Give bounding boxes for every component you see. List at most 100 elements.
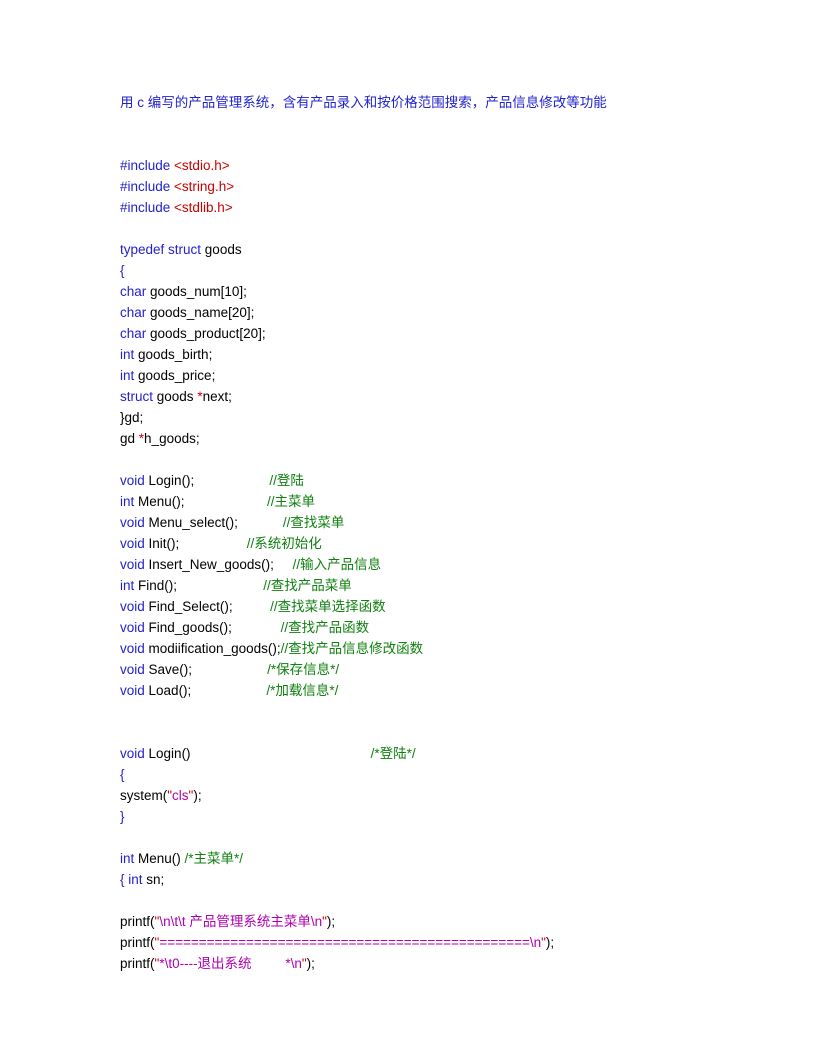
code-token-id: Menu(); bbox=[138, 494, 268, 509]
code-token-id: Save(); bbox=[148, 662, 268, 677]
code-token-kw: { bbox=[120, 767, 125, 782]
code-token-id: printf( bbox=[120, 935, 155, 950]
code-token-kw: int bbox=[128, 872, 147, 887]
code-token-id: gd bbox=[120, 431, 139, 446]
code-token-kw: int bbox=[120, 494, 139, 509]
code-token-id: goods bbox=[204, 242, 242, 257]
code-token-id: printf( bbox=[120, 914, 155, 929]
code-line: struct goods *next; bbox=[120, 386, 720, 407]
code-token-cmt: /*登陆*/ bbox=[370, 746, 416, 761]
code-token-id: goods_price; bbox=[138, 368, 216, 383]
code-line: char goods_num[10]; bbox=[120, 281, 720, 302]
code-token-kw: void bbox=[120, 473, 149, 488]
code-line: { bbox=[120, 764, 720, 785]
code-token-cmt: //查找产品信息修改函数 bbox=[280, 641, 424, 656]
code-token-id: Menu() bbox=[138, 851, 185, 866]
code-token-id: Insert_New_goods(); bbox=[148, 557, 293, 572]
code-token-kw: void bbox=[120, 620, 149, 635]
code-line: int Find(); //查找产品菜单 bbox=[120, 575, 720, 596]
code-token-id: next; bbox=[202, 389, 232, 404]
code-token-id: printf( bbox=[120, 956, 155, 971]
code-line: void Save(); /*保存信息*/ bbox=[120, 659, 720, 680]
code-token-id: sn; bbox=[146, 872, 165, 887]
code-line: char goods_name[20]; bbox=[120, 302, 720, 323]
code-token-kw: void bbox=[120, 746, 149, 761]
code-token-id: goods bbox=[156, 389, 198, 404]
code-token-cmt: /*主菜单*/ bbox=[184, 851, 244, 866]
code-line: void modiification_goods();//查找产品信息修改函数 bbox=[120, 638, 720, 659]
code-token-hdr: <stdio.h> bbox=[174, 158, 230, 173]
code-token-kw: char bbox=[120, 305, 151, 320]
code-token-kw: char bbox=[120, 326, 151, 341]
code-line: char goods_product[20]; bbox=[120, 323, 720, 344]
code-line: { bbox=[120, 260, 720, 281]
code-line: int goods_birth; bbox=[120, 344, 720, 365]
code-token-kw: void bbox=[120, 536, 149, 551]
code-token-kw: int bbox=[120, 347, 139, 362]
code-line: void Login() /*登陆*/ bbox=[120, 743, 720, 764]
code-token-id: ); bbox=[545, 935, 555, 950]
code-token-id: Menu_select(); bbox=[148, 515, 283, 530]
code-token-id: Find_Select(); bbox=[148, 599, 271, 614]
code-line: void Load(); /*加载信息*/ bbox=[120, 680, 720, 701]
code-token-kw: int bbox=[120, 578, 139, 593]
code-token-kw: { bbox=[120, 263, 125, 278]
code-token-cmt: //查找产品菜单 bbox=[263, 578, 352, 593]
code-line: gd *h_goods; bbox=[120, 428, 720, 449]
code-token-kw: typedef struct bbox=[120, 242, 205, 257]
code-token-id: Login(); bbox=[148, 473, 270, 488]
code-token-str: \n\t\t 产品管理系统主菜单\n bbox=[159, 914, 323, 929]
code-line: void Login(); //登陆 bbox=[120, 470, 720, 491]
code-token-str: *\t0----退出系统 *\n bbox=[159, 956, 302, 971]
code-token-cmt: //输入产品信息 bbox=[292, 557, 382, 572]
code-line: } bbox=[120, 806, 720, 827]
code-line: int goods_price; bbox=[120, 365, 720, 386]
code-token-cmt: /*保存信息*/ bbox=[267, 662, 340, 677]
code-token-kw: void bbox=[120, 641, 149, 656]
code-line: void Init(); //系统初始化 bbox=[120, 533, 720, 554]
code-token-kw: void bbox=[120, 599, 149, 614]
code-token-cmt: //主菜单 bbox=[267, 494, 316, 509]
code-line: int Menu() /*主菜单*/ bbox=[120, 848, 720, 869]
code-line: void Find_goods(); //查找产品函数 bbox=[120, 617, 720, 638]
code-line: printf("\n\t\t 产品管理系统主菜单\n"); bbox=[120, 911, 720, 932]
code-token-cmt: //系统初始化 bbox=[246, 536, 322, 551]
code-token-hdr: <stdlib.h> bbox=[174, 200, 233, 215]
code-token-id: h_goods; bbox=[144, 431, 200, 446]
code-token-cmt: /*加载信息*/ bbox=[266, 683, 339, 698]
code-token-kw: void bbox=[120, 683, 149, 698]
code-token-id: }gd; bbox=[120, 410, 144, 425]
code-line: void Menu_select(); //查找菜单 bbox=[120, 512, 720, 533]
code-line: #include <stdio.h> bbox=[120, 155, 720, 176]
code-line: void Find_Select(); //查找菜单选择函数 bbox=[120, 596, 720, 617]
document-body: 用 c 编写的产品管理系统，含有产品录入和按价格范围搜索，产品信息修改等功能 #… bbox=[120, 92, 720, 974]
code-token-id: goods_num[10]; bbox=[150, 284, 247, 299]
code-token-hdr: <string.h> bbox=[174, 179, 235, 194]
code-token-id: Init(); bbox=[148, 536, 247, 551]
code-token-id: ); bbox=[326, 914, 336, 929]
code-token-id: goods_birth; bbox=[138, 347, 213, 362]
code-line: #include <string.h> bbox=[120, 176, 720, 197]
code-token-id: ); bbox=[306, 956, 315, 971]
code-line: printf("*\t0----退出系统 *\n"); bbox=[120, 953, 720, 974]
code-token-id: Find_goods(); bbox=[148, 620, 281, 635]
code-token-id: Login() bbox=[148, 746, 371, 761]
code-line: }gd; bbox=[120, 407, 720, 428]
code-line: void Insert_New_goods(); //输入产品信息 bbox=[120, 554, 720, 575]
code-line: int Menu(); //主菜单 bbox=[120, 491, 720, 512]
code-listing: #include <stdio.h> #include <string.h> #in… bbox=[120, 134, 720, 974]
code-token-kw: void bbox=[120, 515, 149, 530]
code-token-str: ========================================… bbox=[159, 935, 542, 950]
code-token-id: Find(); bbox=[138, 578, 264, 593]
code-line: typedef struct goods bbox=[120, 239, 720, 260]
code-token-kw: struct bbox=[120, 389, 157, 404]
code-token-id: goods_product[20]; bbox=[150, 326, 266, 341]
code-token-pre: #include bbox=[120, 158, 175, 173]
